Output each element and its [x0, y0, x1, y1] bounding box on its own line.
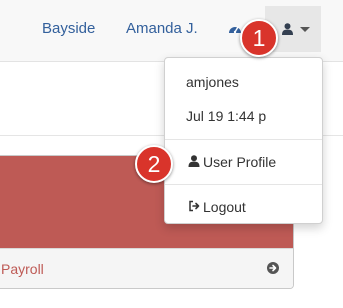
page: Payroll Bayside Amanda J. amjones Jul 19…: [0, 0, 343, 308]
sign-out-icon: [189, 200, 200, 212]
menu-item-user-profile[interactable]: User Profile: [165, 147, 322, 177]
user-icon: [188, 155, 200, 167]
dropdown-timestamp: Jul 19 1:44 p: [186, 108, 267, 124]
menu-item-label: User Profile: [203, 154, 277, 170]
menu-item-logout[interactable]: Logout: [165, 192, 322, 222]
nav-user-link[interactable]: Amanda J.: [126, 20, 198, 38]
panel-footer-link[interactable]: Payroll: [0, 248, 293, 288]
dropdown-divider: [165, 139, 322, 140]
menu-item-label: Logout: [203, 199, 246, 215]
chevron-down-icon: [300, 27, 310, 32]
top-navbar: Bayside Amanda J.: [0, 0, 343, 62]
dropdown-divider: [165, 184, 322, 185]
nav-location-link[interactable]: Bayside: [42, 20, 95, 38]
callout-badge-2: 2: [135, 145, 173, 183]
callout-badge-1: 1: [240, 19, 278, 57]
user-icon: [282, 23, 293, 35]
user-dropdown-menu: amjones Jul 19 1:44 p User Profile Logou…: [164, 57, 323, 224]
panel-footer-label: Payroll: [1, 261, 44, 277]
dropdown-username: amjones: [186, 74, 239, 90]
arrow-circle-right-icon: [267, 262, 279, 274]
